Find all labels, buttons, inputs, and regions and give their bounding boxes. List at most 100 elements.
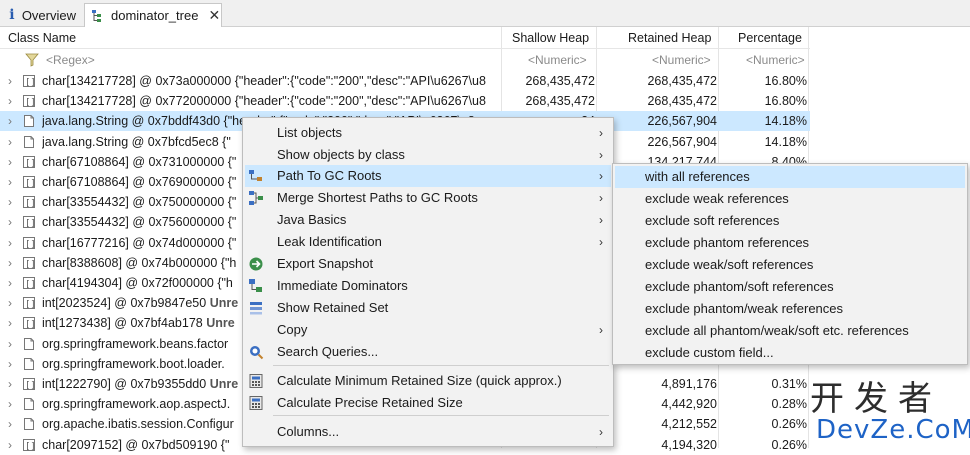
menu-item-show-objects-by-class[interactable]: Show objects by class › (245, 144, 611, 166)
column-header-shallow-heap[interactable]: Shallow Heap (512, 27, 589, 49)
row-retained-heap: 4,194,320 (661, 437, 717, 452)
expand-chevron-icon[interactable]: › (8, 313, 12, 333)
object-icon (22, 397, 36, 411)
expand-chevron-icon[interactable]: › (8, 293, 12, 313)
submenu-arrow-icon: › (599, 191, 603, 205)
submenu-arrow-icon: › (599, 148, 603, 162)
array-icon: [] (22, 74, 36, 88)
submenu-item-with-all-references[interactable]: with all references (615, 166, 965, 188)
expand-chevron-icon[interactable]: › (8, 233, 12, 253)
path-to-gc-roots-submenu: with all references exclude weak referenc… (612, 163, 968, 365)
row-object-label: char[4194304] @ 0x72f000000 {"h (42, 276, 233, 290)
row-percentage: 0.31% (771, 377, 807, 391)
menu-item-label: Calculate Minimum Retained Size (quick a… (277, 373, 562, 388)
svg-text:[]: [] (25, 98, 36, 108)
row-object-label: char[33554432] @ 0x756000000 {" (42, 215, 237, 230)
submenu-item-exclude-all-phantom-weak-soft-etc-references[interactable]: exclude all phantom/weak/soft etc. refer… (615, 320, 965, 342)
array-icon: [] (22, 316, 36, 330)
watermark-chinese-text: 开发者 (810, 379, 942, 419)
menu-item-path-to-gc-roots[interactable]: Path To GC Roots › (245, 165, 611, 187)
menu-item-search-queries[interactable]: Search Queries... (245, 341, 611, 363)
array-icon: [] (22, 215, 36, 229)
row-object-label: int[1222790] @ 0x7b9355dd0 (42, 377, 210, 391)
object-icon (22, 114, 36, 128)
array-icon: [] (22, 236, 36, 250)
expand-chevron-icon[interactable]: › (8, 334, 12, 354)
submenu-item-label: exclude custom field... (645, 345, 774, 360)
menu-item-show-retained-set[interactable]: Show Retained Set (245, 297, 611, 319)
tab-overview[interactable]: i Overview (2, 3, 82, 27)
menu-item-export-snapshot[interactable]: Export Snapshot (245, 253, 611, 275)
menu-item-label: Copy (277, 322, 308, 337)
close-icon[interactable]: ✕ (208, 7, 220, 24)
expand-chevron-icon[interactable]: › (8, 253, 12, 273)
expand-chevron-icon[interactable]: › (8, 152, 12, 172)
column-header-percentage[interactable]: Percentage (738, 27, 802, 49)
table-row[interactable]: › [] char[134217728] @ 0x772000000 {"heade… (0, 91, 810, 111)
svg-text:[]: [] (25, 280, 36, 290)
submenu-item-exclude-phantom-soft-references[interactable]: exclude phantom/soft references (615, 276, 965, 298)
array-icon: [] (22, 296, 36, 310)
expand-chevron-icon[interactable]: › (8, 374, 12, 394)
context-menu: List objects › Show objects by class › Path … (242, 117, 614, 447)
svg-text:[]: [] (25, 159, 36, 169)
array-icon: [] (22, 256, 36, 270)
row-percentage: 16.80% (764, 74, 807, 88)
array-icon: [] (22, 377, 36, 391)
menu-item-calculate-minimum-retained-size-quick-approx[interactable]: Calculate Minimum Retained Size (quick a… (245, 370, 611, 392)
expand-chevron-icon[interactable]: › (8, 91, 12, 111)
row-retained-heap: 4,891,176 (661, 377, 717, 391)
row-percentage: 14.18% (764, 114, 807, 129)
expand-chevron-icon[interactable]: › (8, 192, 12, 212)
menu-item-columns[interactable]: Columns... › (245, 421, 611, 443)
svg-text:[]: [] (25, 179, 36, 189)
table-row[interactable]: › [] char[134217728] @ 0x73a000000 {"heade… (0, 71, 810, 91)
menu-item-label: Search Queries... (277, 344, 379, 359)
menu-item-copy[interactable]: Copy › (245, 319, 611, 341)
expand-chevron-icon[interactable]: › (8, 394, 12, 414)
submenu-item-exclude-phantom-references[interactable]: exclude phantom references (615, 232, 965, 254)
menu-item-merge-shortest-paths-to-gc-roots[interactable]: Merge Shortest Paths to GC Roots › (245, 187, 611, 209)
expand-chevron-icon[interactable]: › (8, 111, 12, 131)
array-icon: [] (22, 175, 36, 189)
shallow-heap-filter-input[interactable]: <Numeric> (528, 49, 587, 71)
expand-chevron-icon[interactable]: › (8, 212, 12, 232)
expand-chevron-icon[interactable]: › (8, 435, 12, 455)
row-object-label: int[2023524] @ 0x7b9847e50 (42, 296, 210, 311)
expand-chevron-icon[interactable]: › (8, 414, 12, 434)
submenu-item-exclude-phantom-weak-references[interactable]: exclude phantom/weak references (615, 298, 965, 320)
retained-heap-filter-input[interactable]: <Numeric> (652, 49, 711, 71)
tab-dominator-tree-label: dominator_tree (111, 8, 199, 23)
class-name-filter-input[interactable]: <Regex> (46, 49, 95, 71)
submenu-item-exclude-soft-references[interactable]: exclude soft references (615, 210, 965, 232)
expand-chevron-icon[interactable]: › (8, 273, 12, 293)
submenu-item-exclude-weak-soft-references[interactable]: exclude weak/soft references (615, 254, 965, 276)
row-retained-heap: 268,435,472 (647, 94, 717, 109)
submenu-arrow-icon: › (599, 235, 603, 249)
row-object-label: org.springframework.beans.factor (42, 336, 229, 351)
menu-item-immediate-dominators[interactable]: Immediate Dominators (245, 275, 611, 297)
expand-chevron-icon[interactable]: › (8, 172, 12, 192)
submenu-item-exclude-weak-references[interactable]: exclude weak references (615, 188, 965, 210)
expand-chevron-icon[interactable]: › (8, 354, 12, 374)
menu-item-leak-identification[interactable]: Leak Identification › (245, 231, 611, 253)
row-percentage: 16.80% (764, 94, 807, 109)
submenu-item-exclude-custom-field[interactable]: exclude custom field... (615, 342, 965, 364)
menu-item-calculate-precise-retained-size[interactable]: Calculate Precise Retained Size (245, 392, 611, 414)
row-percentage: 0.26% (771, 417, 807, 432)
expand-chevron-icon[interactable]: › (8, 132, 12, 152)
menu-item-list-objects[interactable]: List objects › (245, 122, 611, 144)
expand-chevron-icon[interactable]: › (8, 71, 12, 91)
array-icon: [] (22, 94, 36, 108)
row-object-label: org.springframework.aop.aspectJ. (42, 397, 231, 412)
menu-item-label: Path To GC Roots (277, 168, 382, 183)
column-header-retained-heap[interactable]: Retained Heap (628, 27, 711, 49)
column-header-class-name[interactable]: Class Name (8, 27, 76, 49)
tab-dominator-tree[interactable]: dominator_tree ✕ (84, 3, 222, 27)
menu-item-java-basics[interactable]: Java Basics › (245, 209, 611, 231)
menu-separator (273, 415, 609, 416)
array-icon: [] (22, 195, 36, 209)
percentage-filter-input[interactable]: <Numeric> (746, 49, 805, 71)
row-object-label: int[1273438] @ 0x7bf4ab178 (42, 316, 207, 331)
array-icon: [] (22, 155, 36, 169)
